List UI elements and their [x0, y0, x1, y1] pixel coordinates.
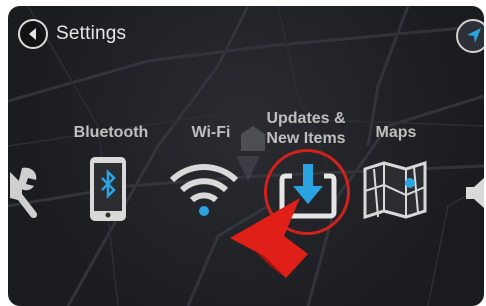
menu-label-updates-line1: Updates & [266, 110, 346, 127]
menu-item-tools[interactable] [8, 164, 44, 229]
menu-label-updates-line2: New Items [266, 130, 346, 147]
navigation-arrow-icon [467, 28, 481, 43]
menu-label-maps: Maps [375, 124, 417, 141]
menu-label-bluetooth: Bluetooth [73, 124, 149, 141]
screenshot-frame: Settings Bluetooth Wi-Fi Updates & New I… [0, 0, 486, 306]
wrench-icon [10, 167, 38, 219]
menu-item-maps[interactable] [362, 160, 428, 224]
pointer-arrow-icon [230, 198, 308, 278]
navigation-button[interactable] [456, 19, 484, 53]
bluetooth-phone-icon [90, 157, 126, 221]
page-title: Settings [56, 23, 127, 44]
back-button[interactable] [18, 19, 48, 49]
speaker-icon [466, 178, 484, 208]
map-icon [363, 160, 427, 220]
menu-label-wifi: Wi-Fi [191, 124, 231, 141]
device-screen: Settings Bluetooth Wi-Fi Updates & New I… [8, 6, 484, 306]
menu-item-bluetooth[interactable] [89, 156, 127, 227]
menu-item-sound[interactable] [464, 176, 484, 215]
chevron-left-icon [29, 28, 36, 40]
menu-label-updates: Updates & New Items [252, 109, 360, 149]
